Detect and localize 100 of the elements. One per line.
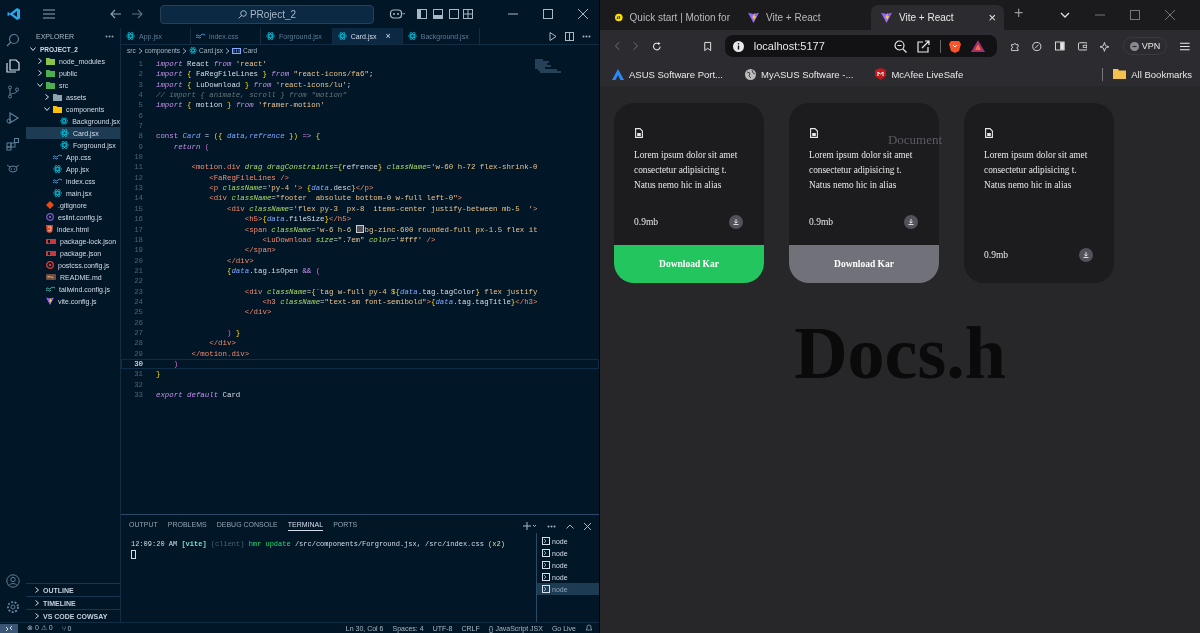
account-icon[interactable]: [6, 574, 20, 588]
triangle-icon: [612, 68, 624, 80]
wave-icon: [196, 33, 205, 39]
forward-arrow-icon[interactable]: [131, 9, 143, 19]
settings-icon[interactable]: [6, 600, 20, 614]
document-icon: [985, 128, 993, 138]
chevron-right-icon: [34, 600, 40, 606]
bookmark-icon[interactable]: [704, 39, 712, 53]
file-size: 0.9mb: [634, 217, 658, 227]
zoom-out-icon[interactable]: [893, 39, 907, 53]
maximize-panel-icon[interactable]: [566, 523, 574, 529]
wave-icon: [46, 286, 55, 292]
atom-icon: [126, 32, 135, 40]
card-description: Lorem ipsum dolor sit amet consectetur adipisicing t. Natus nemo hic in alias: [634, 149, 739, 192]
chevron-down-icon[interactable]: [1060, 12, 1070, 18]
address-bar[interactable]: localhost:5177: [724, 35, 997, 57]
chevron-right-icon: [137, 47, 143, 54]
info-icon[interactable]: [732, 40, 744, 52]
project-name: PRoject_2: [249, 8, 297, 20]
split-editor-icon[interactable]: [565, 31, 574, 41]
run-debug-icon[interactable]: [6, 111, 20, 125]
maximize-icon[interactable]: [543, 9, 553, 19]
tab-title: Vite + React: [899, 12, 954, 23]
lightning-icon: [881, 12, 892, 23]
triangle-icon[interactable]: [970, 40, 985, 52]
more-icon[interactable]: [105, 35, 114, 38]
reload-icon[interactable]: [651, 39, 662, 53]
atom-icon: [189, 47, 198, 54]
run-icon[interactable]: [549, 31, 557, 41]
close-icon[interactable]: [584, 522, 591, 530]
terminal-icon: [542, 585, 550, 593]
file-size: 0.9mb: [984, 250, 1008, 260]
remote-button[interactable]: [0, 623, 18, 633]
more-icon[interactable]: [582, 34, 591, 38]
diamond-icon: [46, 201, 54, 209]
browser-tab[interactable]: Vite + React: [738, 5, 871, 30]
background-label: Document: [887, 132, 943, 148]
browser-tab[interactable]: Vite + React ×: [871, 5, 1004, 30]
menu-icon[interactable]: [1180, 40, 1190, 52]
atom-icon: [407, 32, 417, 40]
sparkle-icon[interactable]: [1100, 39, 1110, 53]
vpn-status-icon: [1129, 41, 1139, 51]
source-control-icon[interactable]: [6, 85, 20, 99]
close-icon[interactable]: [578, 9, 588, 19]
all-bookmarks-link[interactable]: All Bookmarks: [1113, 68, 1192, 80]
new-tab-button[interactable]: +: [1014, 4, 1024, 22]
npm-icon: [46, 250, 56, 256]
back-arrow-icon[interactable]: [110, 9, 122, 19]
close-icon[interactable]: [1165, 10, 1175, 20]
copilot-icon[interactable]: [389, 8, 405, 20]
terminal-cursor: [131, 550, 136, 559]
vscode-logo-icon: [7, 7, 21, 21]
download-icon[interactable]: [1079, 248, 1093, 262]
html-shield-icon: [46, 225, 53, 233]
command-center[interactable]: PRoject_2: [160, 4, 374, 24]
url-text: localhost:5177: [753, 40, 825, 52]
circle-icon: [46, 213, 54, 221]
lightning-icon: [748, 12, 759, 23]
atom-icon: [337, 32, 347, 40]
layout-icons[interactable]: [417, 9, 473, 19]
search-icon: [237, 9, 247, 19]
browser-tab[interactable]: Quick start | Motion for: [605, 5, 738, 30]
document-icon: [635, 128, 643, 138]
atom-icon: [266, 32, 275, 40]
extensions-icon[interactable]: [6, 137, 20, 151]
cow-face-icon[interactable]: [6, 163, 20, 173]
terminal-icon: [542, 549, 550, 557]
tab-close-button[interactable]: ×: [988, 10, 996, 25]
new-terminal-icon[interactable]: [523, 522, 537, 530]
document-icon: [810, 128, 818, 138]
lion-shield-icon[interactable]: [939, 39, 961, 53]
download-icon[interactable]: [729, 215, 743, 229]
globe-icon: [745, 68, 756, 80]
wave-icon: [53, 154, 62, 160]
card-description: Lorem ipsum dolor sit amet consectetur adipisicing t. Natus nemo hic in alias: [984, 149, 1089, 192]
search-icon[interactable]: [6, 33, 20, 47]
bell-icon[interactable]: [585, 624, 593, 632]
symbol-icon: [231, 47, 241, 54]
terminal-icon: [542, 561, 550, 569]
wallet-icon[interactable]: [1077, 40, 1088, 52]
bookmark-link[interactable]: McAfee LiveSafe: [875, 68, 964, 80]
sidebar-icon[interactable]: [1055, 40, 1065, 52]
file-size: 0.9mb: [809, 217, 833, 227]
share-icon[interactable]: [916, 39, 930, 53]
bookmark-link[interactable]: ASUS Software Port...: [612, 68, 723, 80]
bookmark-link[interactable]: MyASUS Software -...: [745, 68, 854, 80]
chevron-down-icon: [30, 46, 36, 52]
readme-icon: [46, 274, 56, 280]
maximize-icon[interactable]: [1130, 10, 1140, 20]
download-icon[interactable]: [904, 215, 918, 229]
atom-icon: [53, 189, 62, 197]
download-tag[interactable]: Download Kar: [789, 245, 939, 283]
files-icon[interactable]: [6, 59, 20, 73]
motion-logo-icon: [615, 12, 623, 23]
more-icon[interactable]: [547, 524, 556, 528]
tab-close-button[interactable]: ×: [385, 31, 391, 41]
tab-title: Vite + React: [766, 12, 821, 23]
circle-icon: [46, 261, 54, 269]
minimap-drawing: [535, 59, 561, 73]
card-description: Lorem ipsum dolor sit amet consectetur adipisicing t. Natus nemo hic in alias: [809, 149, 914, 192]
